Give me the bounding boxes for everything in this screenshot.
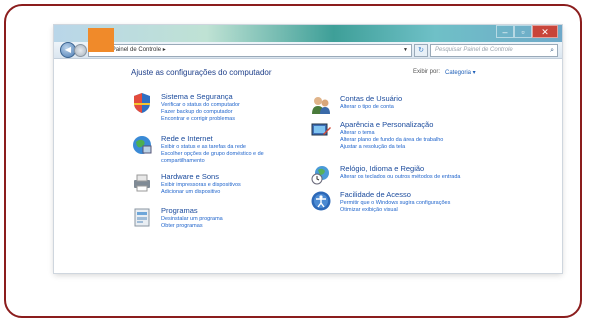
category-title[interactable]: Rede e Internet xyxy=(161,134,213,143)
title-bar[interactable]: – ▫ ✕ xyxy=(54,25,562,42)
shield-icon[interactable] xyxy=(131,92,153,114)
category-link[interactable]: Escolher opções de grupo doméstico e de xyxy=(161,151,264,157)
category-link[interactable]: Ajustar a resolução da tela xyxy=(340,144,405,150)
category-link[interactable]: Otimizar exibição visual xyxy=(340,207,398,213)
globe-icon[interactable] xyxy=(131,134,153,156)
close-button[interactable]: ✕ xyxy=(532,25,558,38)
forward-button[interactable] xyxy=(74,44,87,57)
appearance-icon[interactable] xyxy=(310,120,332,142)
category-link[interactable]: Obter programas xyxy=(161,223,203,229)
category-link[interactable]: Exibir o status e as tarefas da rede xyxy=(161,144,246,150)
accessibility-icon[interactable] xyxy=(310,190,332,212)
view-by-label: Exibir por: xyxy=(413,69,441,75)
breadcrumb[interactable]: ▸ Painel de Controle ▸ xyxy=(107,45,166,56)
category-title[interactable]: Relógio, Idioma e Região xyxy=(340,164,424,173)
search-placeholder: Pesquisar Painel de Controle xyxy=(435,47,513,53)
category-link[interactable]: Desinstalar um programa xyxy=(161,216,223,222)
category-link[interactable]: compartilhamento xyxy=(161,158,205,164)
category-title[interactable]: Hardware e Sons xyxy=(161,172,219,181)
address-dropdown-icon[interactable]: ▼ xyxy=(403,45,408,56)
category-link[interactable]: Verificar o status do computador xyxy=(161,102,240,108)
category-title[interactable]: Programas xyxy=(161,206,198,215)
maximize-button[interactable]: ▫ xyxy=(514,25,532,38)
address-toolbar: ◀ ▸ Painel de Controle ▸ ▼ ↻ Pesquisar P… xyxy=(54,42,562,59)
search-input[interactable]: Pesquisar Painel de Controle ⌕ xyxy=(430,44,558,57)
programs-icon[interactable] xyxy=(131,206,153,228)
category-title[interactable]: Facilidade de Acesso xyxy=(340,190,411,199)
category-link[interactable]: Alterar plano de fundo da área de trabal… xyxy=(340,137,443,143)
category-link[interactable]: Exibir impressoras e dispositivos xyxy=(161,182,241,188)
breadcrumb-separator-icon: ▸ xyxy=(162,47,166,53)
category-title[interactable]: Aparência e Personalização xyxy=(340,120,433,129)
view-by-dropdown[interactable]: Categoria ▾ xyxy=(445,69,476,76)
printer-icon[interactable] xyxy=(131,172,153,194)
category-link[interactable]: Alterar os teclados ou outros métodos de… xyxy=(340,174,460,180)
category-title[interactable]: Contas de Usuário xyxy=(340,94,402,103)
page-title: Ajuste as configurações do computador xyxy=(131,68,272,77)
refresh-button[interactable]: ↻ xyxy=(414,44,428,57)
highlight-marker xyxy=(88,28,114,52)
category-link[interactable]: Adicionar um dispositivo xyxy=(161,189,220,195)
search-icon[interactable]: ⌕ xyxy=(550,45,554,56)
category-link[interactable]: Fazer backup do computador xyxy=(161,109,233,115)
address-bar[interactable]: ▸ Painel de Controle ▸ ▼ xyxy=(88,44,412,57)
users-icon[interactable] xyxy=(310,94,332,116)
category-link[interactable]: Alterar o tipo de conta xyxy=(340,104,394,110)
window-controls: – ▫ ✕ xyxy=(496,25,558,38)
category-title[interactable]: Sistema e Segurança xyxy=(161,92,233,101)
category-link[interactable]: Encontrar e corrigir problemas xyxy=(161,116,235,122)
breadcrumb-control-panel[interactable]: Painel de Controle xyxy=(112,47,161,53)
category-link[interactable]: Alterar o tema xyxy=(340,130,375,136)
category-link[interactable]: Permitir que o Windows sugira configuraç… xyxy=(340,200,450,206)
minimize-button[interactable]: – xyxy=(496,25,514,38)
clock-globe-icon[interactable] xyxy=(310,164,332,186)
